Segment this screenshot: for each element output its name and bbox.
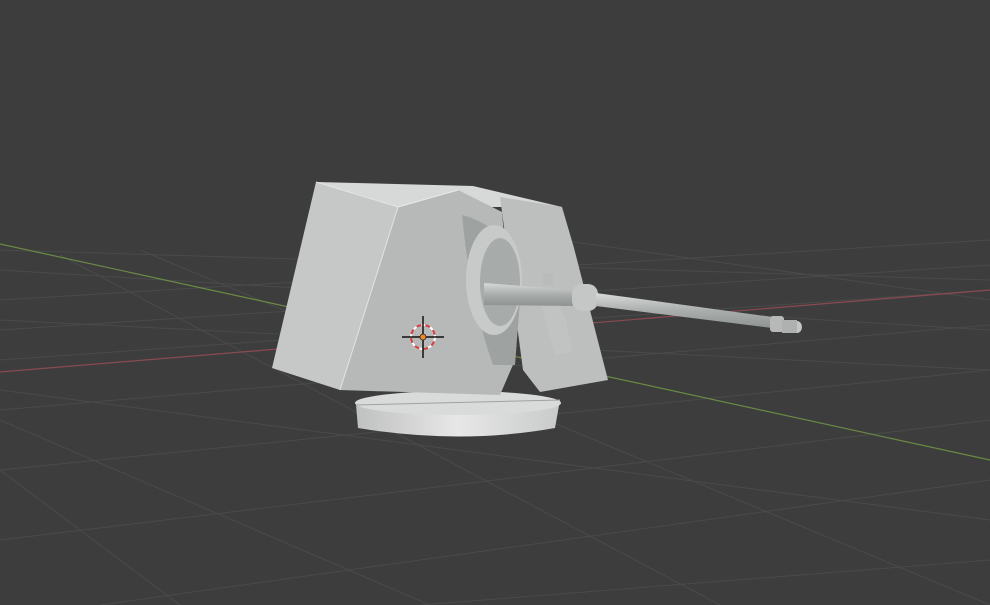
- 3d-viewport[interactable]: [0, 0, 990, 605]
- viewport-canvas[interactable]: [0, 0, 990, 605]
